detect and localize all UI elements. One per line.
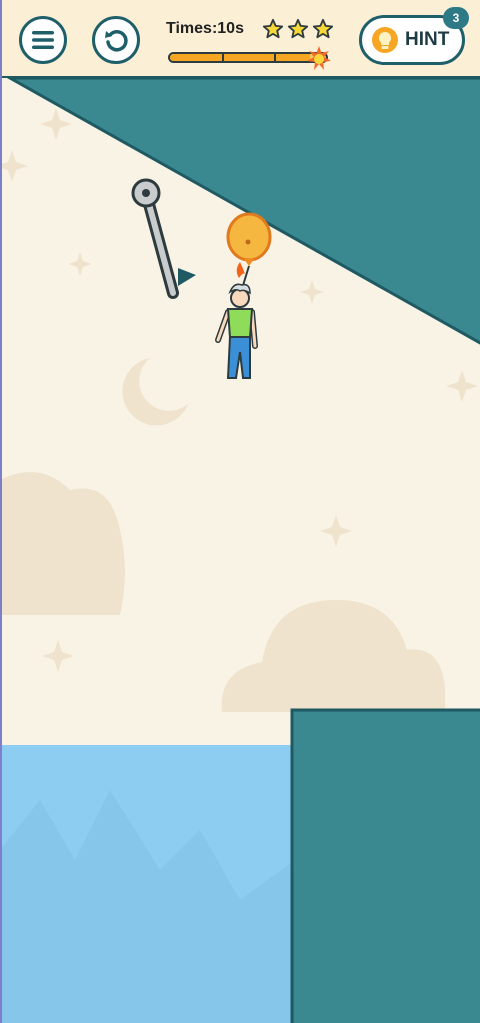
progress-tick: [274, 54, 276, 61]
progress-tick: [222, 54, 224, 61]
timer-text: Times:10s: [166, 20, 244, 37]
bomb-icon: [307, 46, 331, 70]
star-rating: [262, 18, 334, 40]
rock-block: [290, 708, 480, 1023]
hamburger-menu-icon: [32, 31, 54, 49]
star-icon: [312, 18, 334, 39]
menu-button[interactable]: [19, 16, 67, 64]
star-icon: [287, 18, 309, 39]
star-icon: [262, 18, 284, 39]
screen-edge: [0, 0, 2, 1023]
time-progress-fill: [170, 54, 311, 61]
time-progress-bar: [168, 52, 328, 63]
top-hud-bar: Times:10s HINT 3: [0, 0, 480, 78]
restart-button[interactable]: [92, 16, 140, 64]
restart-arrow-icon: [105, 30, 128, 52]
lightbulb-icon: [372, 27, 398, 53]
game-scene: [0, 0, 480, 1023]
hint-label: HINT: [405, 29, 450, 50]
hint-count-badge: 3: [443, 7, 469, 29]
